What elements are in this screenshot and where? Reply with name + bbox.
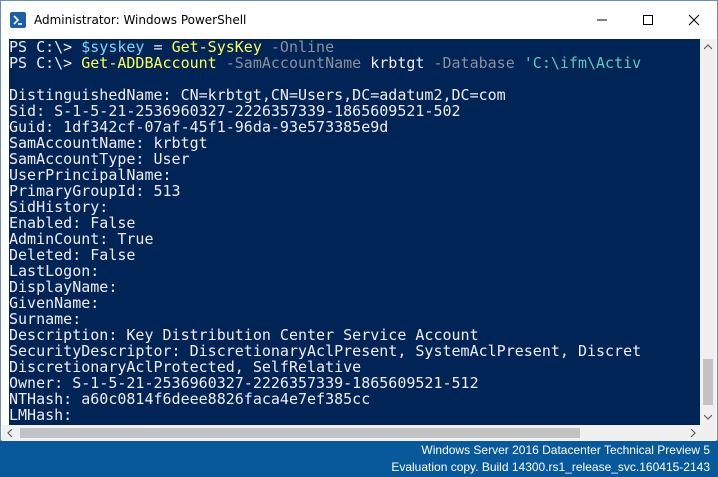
powershell-window: Administrator: Windows PowerShell PS C:\… <box>0 0 718 441</box>
console-output[interactable]: PS C:\> $syskey = Get-SysKey -Online PS C… <box>9 39 701 425</box>
scroll-right-button[interactable] <box>685 425 701 441</box>
console-token: Get-ADDBAccount <box>81 54 217 72</box>
console-line: LastLogon: <box>9 263 641 279</box>
vertical-scrollbar[interactable] <box>700 39 716 425</box>
console-token: PS C:\> <box>9 54 82 72</box>
console-line: DiscretionaryAclProtected, SelfRelative <box>9 359 641 375</box>
window-controls <box>579 1 717 39</box>
horizontal-scrollbar[interactable] <box>2 425 701 441</box>
console-line: SamAccountType: User <box>9 151 641 167</box>
chevron-up-icon <box>704 44 712 50</box>
console-line: Surname: <box>9 311 641 327</box>
powershell-icon <box>10 12 26 28</box>
title-bar[interactable]: Administrator: Windows PowerShell <box>1 1 717 39</box>
console-line: UserPrincipalName: <box>9 167 641 183</box>
console-line: SecurityDescriptor: DiscretionaryAclPres… <box>9 343 641 359</box>
close-icon <box>688 14 700 26</box>
console-token: -SamAccountName <box>216 54 371 72</box>
console-line: Description: Key Distribution Center Ser… <box>9 327 641 343</box>
console-token: krbtgt <box>370 54 425 72</box>
console-line: Deleted: False <box>9 247 641 263</box>
console-line: NTHash: a60c0814f6deee8826faca4e7ef385cc <box>9 391 641 407</box>
console-line: PS C:\> $syskey = Get-SysKey -Online <box>9 39 641 55</box>
console-line: LMHash: <box>9 407 641 423</box>
maximize-icon <box>643 15 653 25</box>
console-token: LMHash: <box>9 406 73 424</box>
vertical-scroll-thumb[interactable] <box>703 359 713 405</box>
console-line: Sid: S-1-5-21-2536960327-2226357339-1865… <box>9 103 641 119</box>
chevron-down-icon <box>704 414 712 420</box>
maximize-button[interactable] <box>625 1 671 39</box>
console-line: Owner: S-1-5-21-2536960327-2226357339-18… <box>9 375 641 391</box>
console-line: SidHistory: <box>9 199 641 215</box>
chevron-right-icon <box>690 429 696 437</box>
scrollbar-corner <box>700 425 716 441</box>
console-line: DistinguishedName: CN=krbtgt,CN=Users,DC… <box>9 87 641 103</box>
scroll-up-button[interactable] <box>700 39 716 55</box>
console-line: AdminCount: True <box>9 231 641 247</box>
scroll-left-button[interactable] <box>2 425 18 441</box>
minimize-icon <box>597 19 607 21</box>
window-title: Administrator: Windows PowerShell <box>34 13 247 27</box>
console-line: PrimaryGroupId: 513 <box>9 183 641 199</box>
console-line: Guid: 1df342cf-07af-45f1-96da-93e573385e… <box>9 119 641 135</box>
chevron-left-icon <box>7 429 13 437</box>
console-token: 'C:\ifm\Activ <box>523 54 642 72</box>
console-line: SamAccountName: krbtgt <box>9 135 641 151</box>
console-token: -Database <box>424 54 524 72</box>
console-line: Enabled: False <box>9 215 641 231</box>
console-line: DisplayName: <box>9 279 641 295</box>
close-button[interactable] <box>671 1 717 39</box>
watermark-build: Evaluation copy. Build 14300.rs1_release… <box>391 460 710 474</box>
minimize-button[interactable] <box>579 1 625 39</box>
console-line: GivenName: <box>9 295 641 311</box>
console-line: PS C:\> Get-ADDBAccount -SamAccountName … <box>9 55 641 71</box>
console-lines: PS C:\> $syskey = Get-SysKey -Online PS C… <box>9 39 641 423</box>
watermark-edition: Windows Server 2016 Datacenter Technical… <box>421 443 710 457</box>
scroll-down-button[interactable] <box>700 409 716 425</box>
horizontal-scroll-thumb[interactable] <box>20 428 580 438</box>
